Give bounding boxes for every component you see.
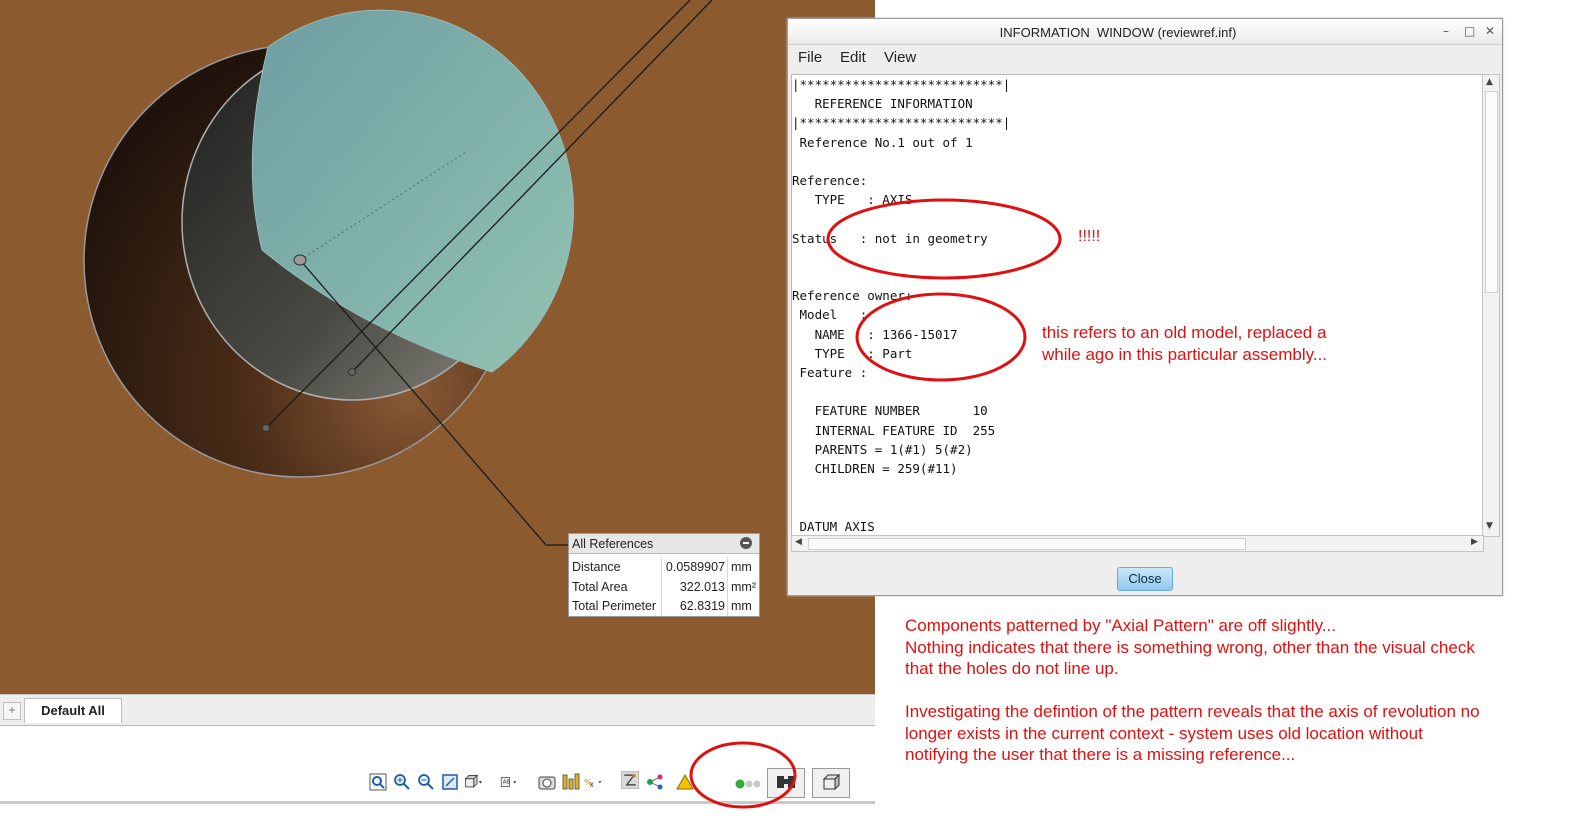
main-explanation-note: Components patterned by "Axial Pattern" … (905, 616, 1480, 764)
zoom-out-icon[interactable] (417, 773, 435, 791)
view-orientation-icon[interactable] (464, 773, 482, 791)
exclamation-note: !!!!! (1078, 228, 1101, 245)
all-references-panel: All References Distance 0.0589907 mm Tot… (568, 533, 760, 617)
vertical-scrollbar[interactable]: ▲ ▼ (1482, 74, 1500, 537)
axis-point-top[interactable] (293, 254, 307, 266)
old-model-note: this refers to an old model, replaced a … (1042, 323, 1328, 364)
menu-file[interactable]: File (798, 49, 822, 66)
svg-text:AB: AB (503, 780, 511, 786)
minimize-icon[interactable]: – (1443, 24, 1449, 38)
axis-point-mid[interactable] (348, 368, 356, 376)
total-perimeter-value: 62.8319 (679, 599, 725, 613)
find-icon[interactable] (767, 768, 805, 798)
svg-text:x: x (590, 780, 595, 789)
box-select-icon[interactable] (812, 768, 850, 798)
scroll-down-icon[interactable]: ▼ (1486, 521, 1493, 531)
saved-views-icon[interactable]: AB (499, 773, 517, 791)
total-perimeter-unit: mm (731, 599, 752, 613)
vertical-scroll-thumb[interactable] (1485, 91, 1498, 293)
total-area-value: 322.013 (679, 580, 725, 594)
distance-label: Distance (572, 560, 621, 574)
report-text-area[interactable]: |***************************| REFERENCE … (791, 74, 1484, 537)
axis-point-low[interactable] (262, 424, 270, 432)
horizontal-scroll-thumb[interactable] (808, 538, 1246, 550)
menu-view[interactable]: View (884, 49, 916, 66)
scroll-left-icon[interactable]: ◀ (795, 537, 802, 547)
menu-edit[interactable]: Edit (840, 49, 866, 66)
distance-unit: mm (731, 560, 752, 574)
display-style-icon[interactable] (562, 773, 580, 791)
close-button[interactable]: Close (1117, 567, 1173, 591)
warning-icon[interactable] (676, 773, 694, 791)
window-titlebar[interactable]: INFORMATION WINDOW (reviewref.inf) – □ ✕ (788, 19, 1502, 45)
add-tab-button[interactable]: + (3, 702, 21, 720)
all-references-title: All References (572, 537, 654, 551)
perspective-icon[interactable]: %x (584, 773, 602, 791)
horizontal-scrollbar[interactable]: ◀ ▶ (791, 535, 1484, 552)
refit-icon[interactable] (369, 773, 387, 791)
menu-bar: File Edit View (788, 45, 1502, 73)
appearance-icon[interactable] (538, 773, 556, 791)
graphics-toolbar-area (0, 726, 875, 806)
total-area-row: Total Area 322.013 mm² (569, 577, 759, 597)
total-area-label: Total Area (572, 580, 628, 594)
maximize-icon[interactable]: □ (1464, 24, 1475, 38)
bottom-divider (0, 801, 875, 804)
total-area-unit: mm² (731, 580, 756, 594)
all-references-header: All References (569, 534, 759, 554)
information-window: INFORMATION WINDOW (reviewref.inf) – □ ✕… (787, 18, 1503, 596)
close-icon[interactable]: ✕ (1485, 24, 1495, 38)
model-tab-bar: + Default All (0, 694, 875, 727)
scroll-up-icon[interactable]: ▲ (1486, 77, 1493, 87)
window-title: INFORMATION WINDOW (reviewref.inf) (999, 25, 1237, 40)
datum-display-icon[interactable] (621, 771, 639, 789)
tab-default-all[interactable]: Default All (24, 698, 122, 723)
scroll-right-icon[interactable]: ▶ (1471, 537, 1478, 547)
spin-center-icon[interactable] (646, 773, 664, 791)
distance-row: Distance 0.0589907 mm (569, 557, 759, 577)
collapse-icon[interactable] (740, 537, 752, 549)
total-perimeter-row: Total Perimeter 62.8319 mm (569, 596, 759, 616)
reference-report: |***************************| REFERENCE … (792, 77, 1011, 534)
zoom-in-icon[interactable] (393, 773, 411, 791)
status-dots-icon (735, 779, 761, 789)
total-perimeter-label: Total Perimeter (572, 599, 657, 613)
distance-value: 0.0589907 (665, 560, 725, 574)
repaint-icon[interactable] (441, 773, 459, 791)
